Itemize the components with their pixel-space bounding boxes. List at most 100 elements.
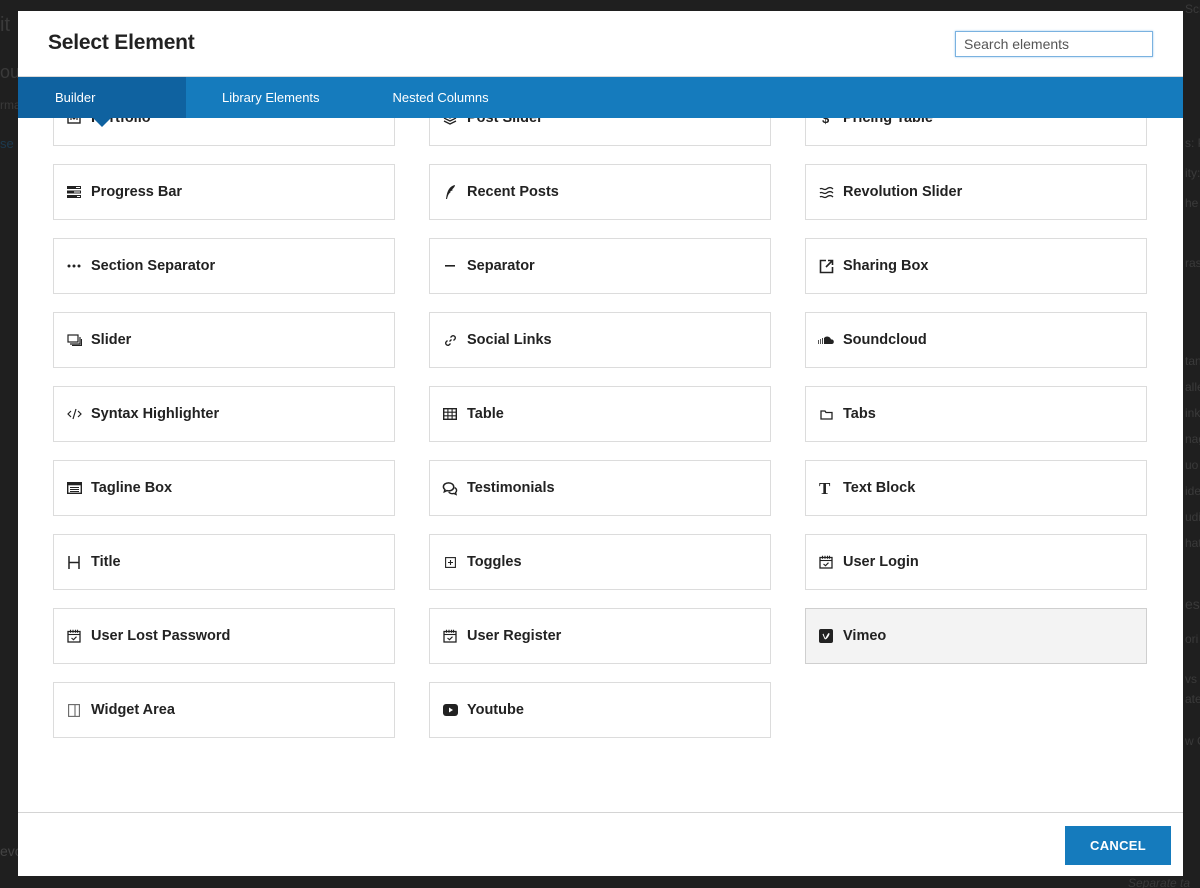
- element-post-slider[interactable]: Post Slider: [429, 118, 771, 146]
- youtube-icon: [442, 702, 458, 718]
- tagline-icon: [66, 480, 82, 496]
- element-label: Youtube: [467, 702, 524, 718]
- element-tabs[interactable]: Tabs: [805, 386, 1147, 442]
- element-soundcloud[interactable]: Soundcloud: [805, 312, 1147, 368]
- element-recent-posts[interactable]: Recent Posts: [429, 164, 771, 220]
- element-label: Syntax Highlighter: [91, 406, 220, 422]
- backdrop-text: s: P: [1185, 136, 1200, 150]
- element-slider[interactable]: Slider: [53, 312, 395, 368]
- element-vimeo[interactable]: Vimeo: [805, 608, 1147, 664]
- element-label: Soundcloud: [843, 332, 927, 348]
- element-text-block[interactable]: T Text Block: [805, 460, 1147, 516]
- element-pricing-table[interactable]: $ Pricing Table: [805, 118, 1147, 146]
- modal-footer: CANCEL: [18, 812, 1183, 876]
- element-user-register[interactable]: User Register: [429, 608, 771, 664]
- sidebar-icon: [66, 702, 82, 718]
- backdrop-text: ink: [1185, 406, 1200, 420]
- element-separator[interactable]: Separator: [429, 238, 771, 294]
- backdrop-text: se: [0, 136, 14, 151]
- folder-icon: [818, 406, 834, 422]
- svg-text:$: $: [822, 118, 830, 125]
- backdrop-text: es: [1185, 596, 1200, 612]
- element-label: User Lost Password: [91, 628, 231, 644]
- ellipsis-icon: [66, 258, 82, 274]
- element-label: Section Separator: [91, 258, 216, 274]
- element-social-links[interactable]: Social Links: [429, 312, 771, 368]
- tab-library-elements[interactable]: Library Elements: [186, 77, 356, 118]
- soundcloud-icon: [818, 332, 834, 348]
- element-label: Testimonials: [467, 480, 555, 496]
- link-icon: [442, 332, 458, 348]
- waves-icon: [818, 184, 834, 200]
- backdrop-text: udi: [1185, 510, 1200, 524]
- select-element-modal: Select Element Builder Elements Library …: [18, 11, 1183, 876]
- backdrop-text: Separate ta: [1128, 876, 1191, 888]
- tab-builder-elements[interactable]: Builder Elements: [18, 77, 186, 146]
- table-icon: [442, 406, 458, 422]
- backdrop-text: Scr: [1185, 2, 1200, 16]
- progress-bar-icon: [66, 184, 82, 200]
- heading-icon: [66, 554, 82, 570]
- backdrop-text: ate: [1185, 692, 1200, 706]
- element-sharing-box[interactable]: Sharing Box: [805, 238, 1147, 294]
- backdrop-text: ras: [1185, 256, 1200, 270]
- element-progress-bar[interactable]: Progress Bar: [53, 164, 395, 220]
- backdrop-text: ity:: [1185, 166, 1200, 180]
- element-label: Sharing Box: [843, 258, 929, 274]
- backdrop-text: ori: [1185, 632, 1199, 646]
- backdrop-text: w C: [1185, 734, 1200, 748]
- external-share-icon: [818, 258, 834, 274]
- element-label: Slider: [91, 332, 132, 348]
- backdrop-text: alle: [1185, 380, 1200, 394]
- backdrop-text: he: [1185, 196, 1199, 210]
- calendar-check-icon: [442, 628, 458, 644]
- element-label: User Register: [467, 628, 562, 644]
- element-tagline-box[interactable]: Tagline Box: [53, 460, 395, 516]
- search-elements-input[interactable]: [955, 31, 1153, 57]
- modal-header: Select Element: [18, 11, 1183, 77]
- element-user-login[interactable]: User Login: [805, 534, 1147, 590]
- element-label: User Login: [843, 554, 919, 570]
- vimeo-icon: [818, 628, 834, 644]
- element-widget-area[interactable]: Widget Area: [53, 682, 395, 738]
- element-syntax-highlighter[interactable]: Syntax Highlighter: [53, 386, 395, 442]
- element-youtube[interactable]: Youtube: [429, 682, 771, 738]
- backdrop-text: nag: [1185, 432, 1200, 446]
- feather-icon: [442, 184, 458, 200]
- backdrop-text: vs: [1185, 672, 1197, 686]
- element-revolution-slider[interactable]: Revolution Slider: [805, 164, 1147, 220]
- backdrop-text: hat: [1185, 536, 1200, 550]
- element-label: Post Slider: [467, 118, 543, 126]
- element-user-lost-password[interactable]: User Lost Password: [53, 608, 395, 664]
- plus-square-icon: [442, 554, 458, 570]
- element-label: Text Block: [843, 480, 916, 496]
- elements-grid: PortfolioPost Slider$Pricing TableProgre…: [53, 118, 1149, 738]
- element-label: Social Links: [467, 332, 552, 348]
- element-label: Widget Area: [91, 702, 175, 718]
- element-toggles[interactable]: Toggles: [429, 534, 771, 590]
- backdrop-text: uo: [1185, 458, 1199, 472]
- tab-bar: Builder Elements Library Elements Nested…: [18, 77, 1183, 146]
- code-icon: [66, 406, 82, 422]
- element-label: Title: [91, 554, 121, 570]
- dollar-icon: $: [818, 118, 834, 126]
- element-label: Tabs: [843, 406, 876, 422]
- elements-list[interactable]: PortfolioPost Slider$Pricing TableProgre…: [18, 118, 1183, 812]
- cancel-button[interactable]: CANCEL: [1065, 826, 1171, 865]
- calendar-check-icon: [66, 628, 82, 644]
- layers-icon: [442, 118, 458, 126]
- element-label: Table: [467, 406, 504, 422]
- element-label: Toggles: [467, 554, 522, 570]
- element-label: Pricing Table: [843, 118, 933, 126]
- element-section-separator[interactable]: Section Separator: [53, 238, 395, 294]
- element-testimonials[interactable]: Testimonials: [429, 460, 771, 516]
- element-label: Separator: [467, 258, 535, 274]
- element-table[interactable]: Table: [429, 386, 771, 442]
- tab-nested-columns[interactable]: Nested Columns: [356, 77, 526, 118]
- backdrop-text: ide: [1185, 484, 1200, 498]
- slides-icon: [66, 332, 82, 348]
- backdrop-text: it: [0, 14, 10, 36]
- calendar-check-icon: [818, 554, 834, 570]
- element-label: Revolution Slider: [843, 184, 963, 200]
- element-title[interactable]: Title: [53, 534, 395, 590]
